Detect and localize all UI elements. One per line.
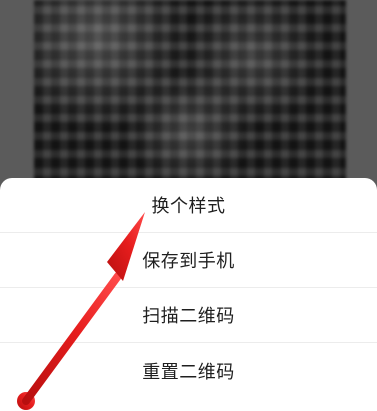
blurred-qr-code <box>34 0 346 186</box>
qr-code-card <box>0 0 377 190</box>
scan-qr-code-label: 扫描二维码 <box>142 306 235 327</box>
scan-qr-code-option[interactable]: 扫描二维码 <box>0 288 377 343</box>
save-to-phone-label: 保存到手机 <box>142 251 235 272</box>
bottom-action-sheet: 换个样式 保存到手机 扫描二维码 重置二维码 <box>0 178 377 411</box>
change-style-label: 换个样式 <box>151 196 226 217</box>
reset-qr-code-option[interactable]: 重置二维码 <box>0 343 377 398</box>
save-to-phone-option[interactable]: 保存到手机 <box>0 233 377 288</box>
reset-qr-code-label: 重置二维码 <box>142 361 235 383</box>
change-style-option[interactable]: 换个样式 <box>0 178 377 233</box>
